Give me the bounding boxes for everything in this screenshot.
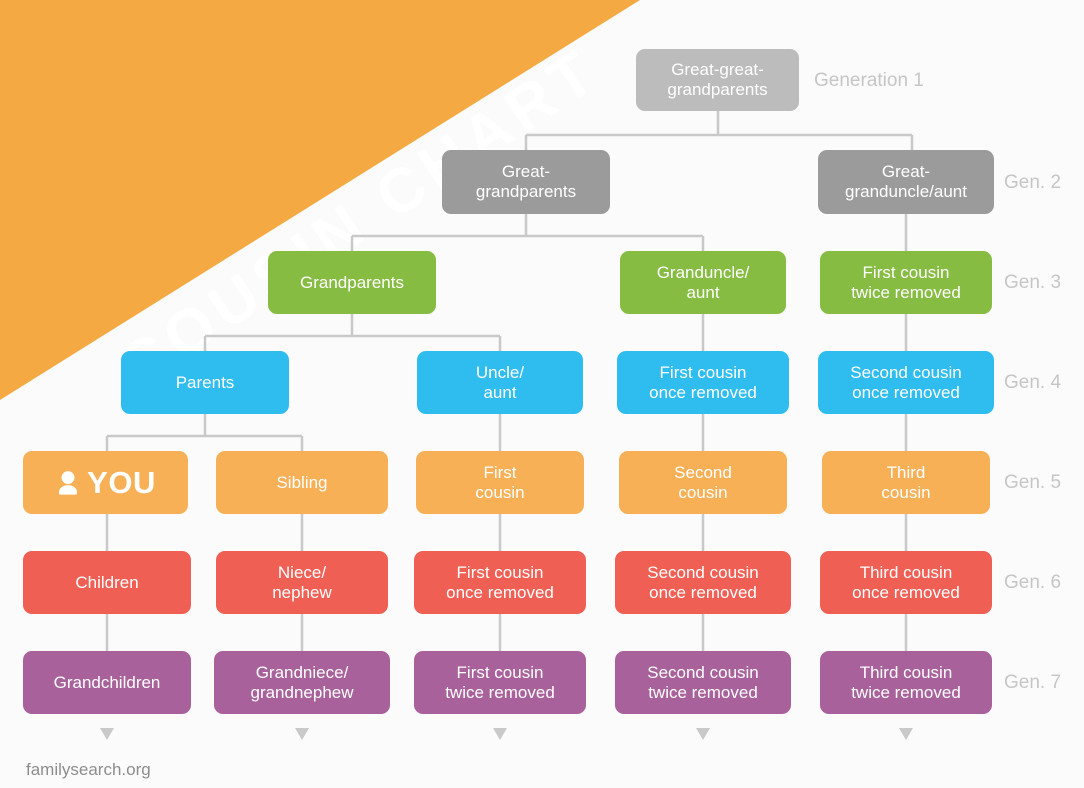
node-label: First cousin twice removed	[851, 262, 961, 302]
node-first-cousin-once-removed-g4[interactable]: First cousin once removed	[617, 351, 789, 414]
node-you[interactable]: YOU	[23, 451, 188, 514]
generation-label-1: Generation 1	[814, 70, 924, 91]
generation-label-7: Gen. 7	[1004, 672, 1062, 693]
node-third-cousin[interactable]: Third cousin	[822, 451, 990, 514]
node-niece-nephew[interactable]: Niece/ nephew	[216, 551, 388, 614]
arrow-down-icon	[696, 728, 710, 740]
footer-source: familysearch.org	[26, 760, 151, 779]
node-label: Third cousin twice removed	[851, 662, 961, 702]
arrow-down-icon	[295, 728, 309, 740]
node-grandchildren[interactable]: Grandchildren	[23, 651, 191, 714]
node-second-cousin[interactable]: Second cousin	[619, 451, 787, 514]
node-first-cousin-twice-removed-g7[interactable]: First cousin twice removed	[414, 651, 586, 714]
node-grandniece-grandnephew[interactable]: Grandniece/ grandnephew	[214, 651, 390, 714]
node-second-cousin-once-removed-g4[interactable]: Second cousin once removed	[818, 351, 994, 414]
node-second-cousin-twice-removed-g7[interactable]: Second cousin twice removed	[615, 651, 791, 714]
node-label: Second cousin twice removed	[647, 662, 759, 702]
arrow-down-icon	[899, 728, 913, 740]
node-first-cousin[interactable]: First cousin	[416, 451, 584, 514]
node-parents[interactable]: Parents	[121, 351, 289, 414]
generation-label-2: Gen. 2	[1004, 172, 1062, 193]
node-third-cousin-once-removed-g6[interactable]: Third cousin once removed	[820, 551, 992, 614]
node-sibling[interactable]: Sibling	[216, 451, 388, 514]
node-label: Second cousin	[674, 462, 732, 502]
node-label: Third cousin	[881, 462, 931, 502]
node-grandparents[interactable]: Grandparents	[268, 251, 436, 314]
generation-label-5: Gen. 5	[1004, 472, 1062, 493]
node-great-great-grandparents[interactable]: Great-great- grandparents	[636, 49, 799, 111]
node-first-cousin-once-removed-g6[interactable]: First cousin once removed	[414, 551, 586, 614]
node-label: First cousin	[475, 462, 525, 502]
node-label: Parents	[175, 372, 235, 392]
node-label: Grandparents	[300, 272, 404, 292]
node-children[interactable]: Children	[23, 551, 191, 614]
node-label: First cousin once removed	[446, 562, 554, 602]
node-first-cousin-twice-removed-g3[interactable]: First cousin twice removed	[820, 251, 992, 314]
node-label: Niece/ nephew	[272, 562, 332, 602]
node-label: Sibling	[276, 472, 328, 492]
node-label: First cousin once removed	[649, 362, 757, 402]
node-uncle-aunt[interactable]: Uncle/ aunt	[417, 351, 583, 414]
node-great-granduncle-aunt[interactable]: Great- granduncle/aunt	[818, 150, 994, 214]
node-label: Great-great- grandparents	[667, 60, 768, 99]
arrow-down-icon	[493, 728, 507, 740]
generation-label-3: Gen. 3	[1004, 272, 1062, 293]
node-great-grandparents[interactable]: Great- grandparents	[442, 150, 610, 214]
node-label: YOU	[87, 464, 156, 500]
arrow-down-icon	[100, 728, 114, 740]
node-third-cousin-twice-removed-g7[interactable]: Third cousin twice removed	[820, 651, 992, 714]
person-icon	[59, 470, 78, 495]
cousin-chart: COUSIN CHART Great-great- grandparents G…	[0, 0, 1084, 788]
node-label: Uncle/ aunt	[475, 362, 525, 402]
node-label: Great- grandparents	[475, 162, 577, 201]
node-label: Granduncle/ aunt	[656, 262, 750, 302]
node-second-cousin-once-removed-g6[interactable]: Second cousin once removed	[615, 551, 791, 614]
generation-label-6: Gen. 6	[1004, 572, 1062, 593]
node-label: Grandniece/ grandnephew	[250, 662, 354, 702]
node-label: Third cousin once removed	[852, 562, 960, 602]
node-label: First cousin twice removed	[445, 662, 555, 702]
generation-label-4: Gen. 4	[1004, 372, 1062, 393]
node-label: Children	[75, 572, 139, 592]
node-label: Grandchildren	[53, 672, 161, 692]
node-granduncle-aunt[interactable]: Granduncle/ aunt	[620, 251, 786, 314]
node-label: Great- granduncle/aunt	[845, 162, 967, 201]
node-label: Second cousin once removed	[647, 562, 759, 602]
node-label: Second cousin once removed	[850, 362, 962, 402]
